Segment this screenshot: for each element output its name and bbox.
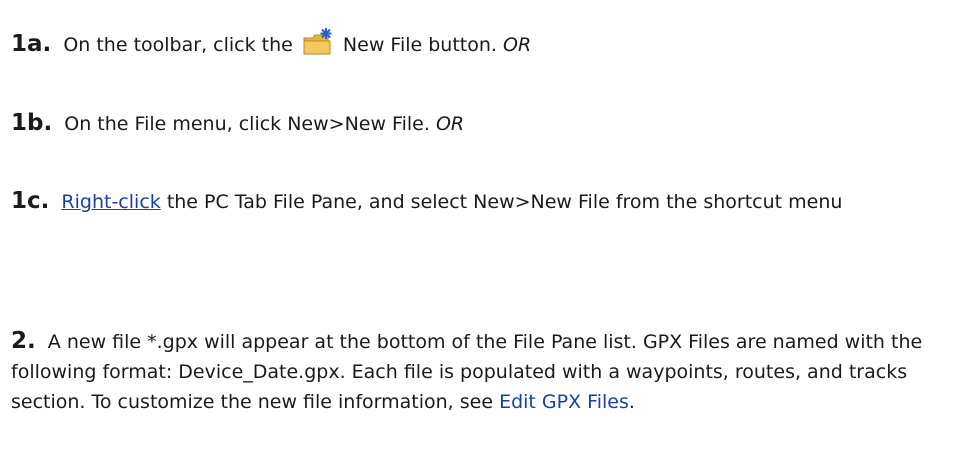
step-number: 2.	[11, 328, 36, 354]
edit-gpx-files-link[interactable]: Edit GPX Files	[499, 391, 629, 413]
step-text: A new file *.gpx will appear at the bott…	[11, 331, 923, 413]
step-1a: 1a. On the toolbar, click the New File b…	[11, 27, 956, 60]
step-1c: 1c. Right-click the PC Tab File Pane, an…	[11, 186, 956, 217]
step-end: .	[628, 391, 635, 413]
or-text: OR	[435, 113, 465, 135]
step-number: 1c.	[11, 188, 50, 214]
step-text: New File button.	[342, 34, 497, 56]
right-click-link[interactable]: Right-click	[61, 191, 160, 213]
new-file-icon	[301, 27, 335, 57]
step-number: 1a.	[11, 31, 52, 57]
or-text: OR	[503, 34, 532, 56]
step-number: 1b.	[11, 110, 53, 136]
step-text: On the File menu, click New>New File.	[64, 113, 430, 135]
step-1b: 1b. On the File menu, click New>New File…	[11, 108, 956, 139]
step-text: the PC Tab File Pane, and select New>New…	[166, 191, 843, 213]
step-text: On the toolbar, click the	[63, 34, 293, 56]
step-2: 2. A new file *.gpx will appear at the b…	[11, 326, 956, 417]
